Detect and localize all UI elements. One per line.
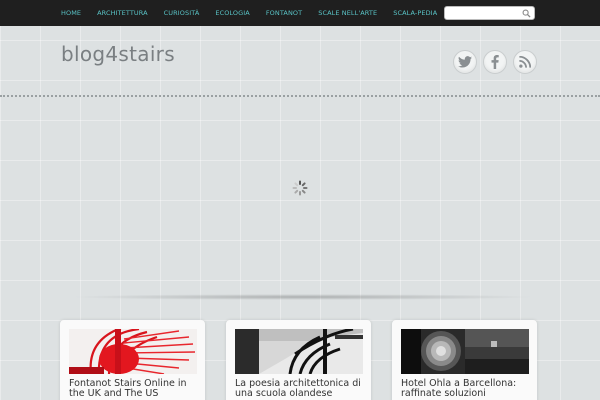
loading-spinner-icon — [292, 180, 308, 196]
nav-item-scale-nell-arte[interactable]: SCALE NELL'ARTE — [318, 9, 377, 17]
post-card[interactable]: Fontanot Stairs Online in the UK and The… — [60, 320, 205, 400]
search-box — [444, 6, 535, 26]
twitter-icon — [458, 56, 472, 68]
post-card[interactable]: La poesia architettonica di una scuola o… — [226, 320, 371, 400]
facebook-button[interactable] — [483, 50, 507, 74]
site-logo[interactable]: blog4stairs — [61, 42, 175, 66]
facebook-icon — [491, 55, 499, 69]
nav-item-ecologia[interactable]: ECOLOGIA — [215, 9, 249, 17]
rss-button[interactable] — [513, 50, 537, 74]
nav-item-scala-pedia[interactable]: SCALA-PEDIA — [393, 9, 437, 17]
top-navigation-bar: HOME ARCHITETTURA CURIOSITÀ ECOLOGIA FON… — [0, 0, 600, 26]
post-title[interactable]: Hotel Ohla a Barcellona: raffinate soluz… — [401, 379, 533, 399]
search-icon[interactable] — [522, 9, 531, 18]
twitter-button[interactable] — [453, 50, 477, 74]
post-thumbnail[interactable] — [235, 329, 363, 374]
main-menu: HOME ARCHITETTURA CURIOSITÀ ECOLOGIA FON… — [56, 0, 453, 26]
post-thumbnail[interactable] — [401, 329, 529, 374]
post-card[interactable]: Hotel Ohla a Barcellona: raffinate soluz… — [392, 320, 537, 400]
nav-item-architettura[interactable]: ARCHITETTURA — [97, 9, 148, 17]
post-thumbnail[interactable] — [69, 329, 197, 374]
search-input[interactable] — [445, 14, 520, 26]
rss-icon — [519, 56, 531, 68]
social-links — [447, 50, 537, 74]
post-title[interactable]: La poesia architettonica di una scuola o… — [235, 379, 367, 399]
post-title[interactable]: Fontanot Stairs Online in the UK and The… — [69, 379, 201, 399]
nav-item-curiosita[interactable]: CURIOSITÀ — [164, 9, 200, 17]
slider-shadow — [70, 294, 536, 300]
nav-item-fontanot[interactable]: FONTANOT — [266, 9, 302, 17]
header-divider — [0, 95, 600, 97]
nav-item-home[interactable]: HOME — [61, 9, 81, 17]
